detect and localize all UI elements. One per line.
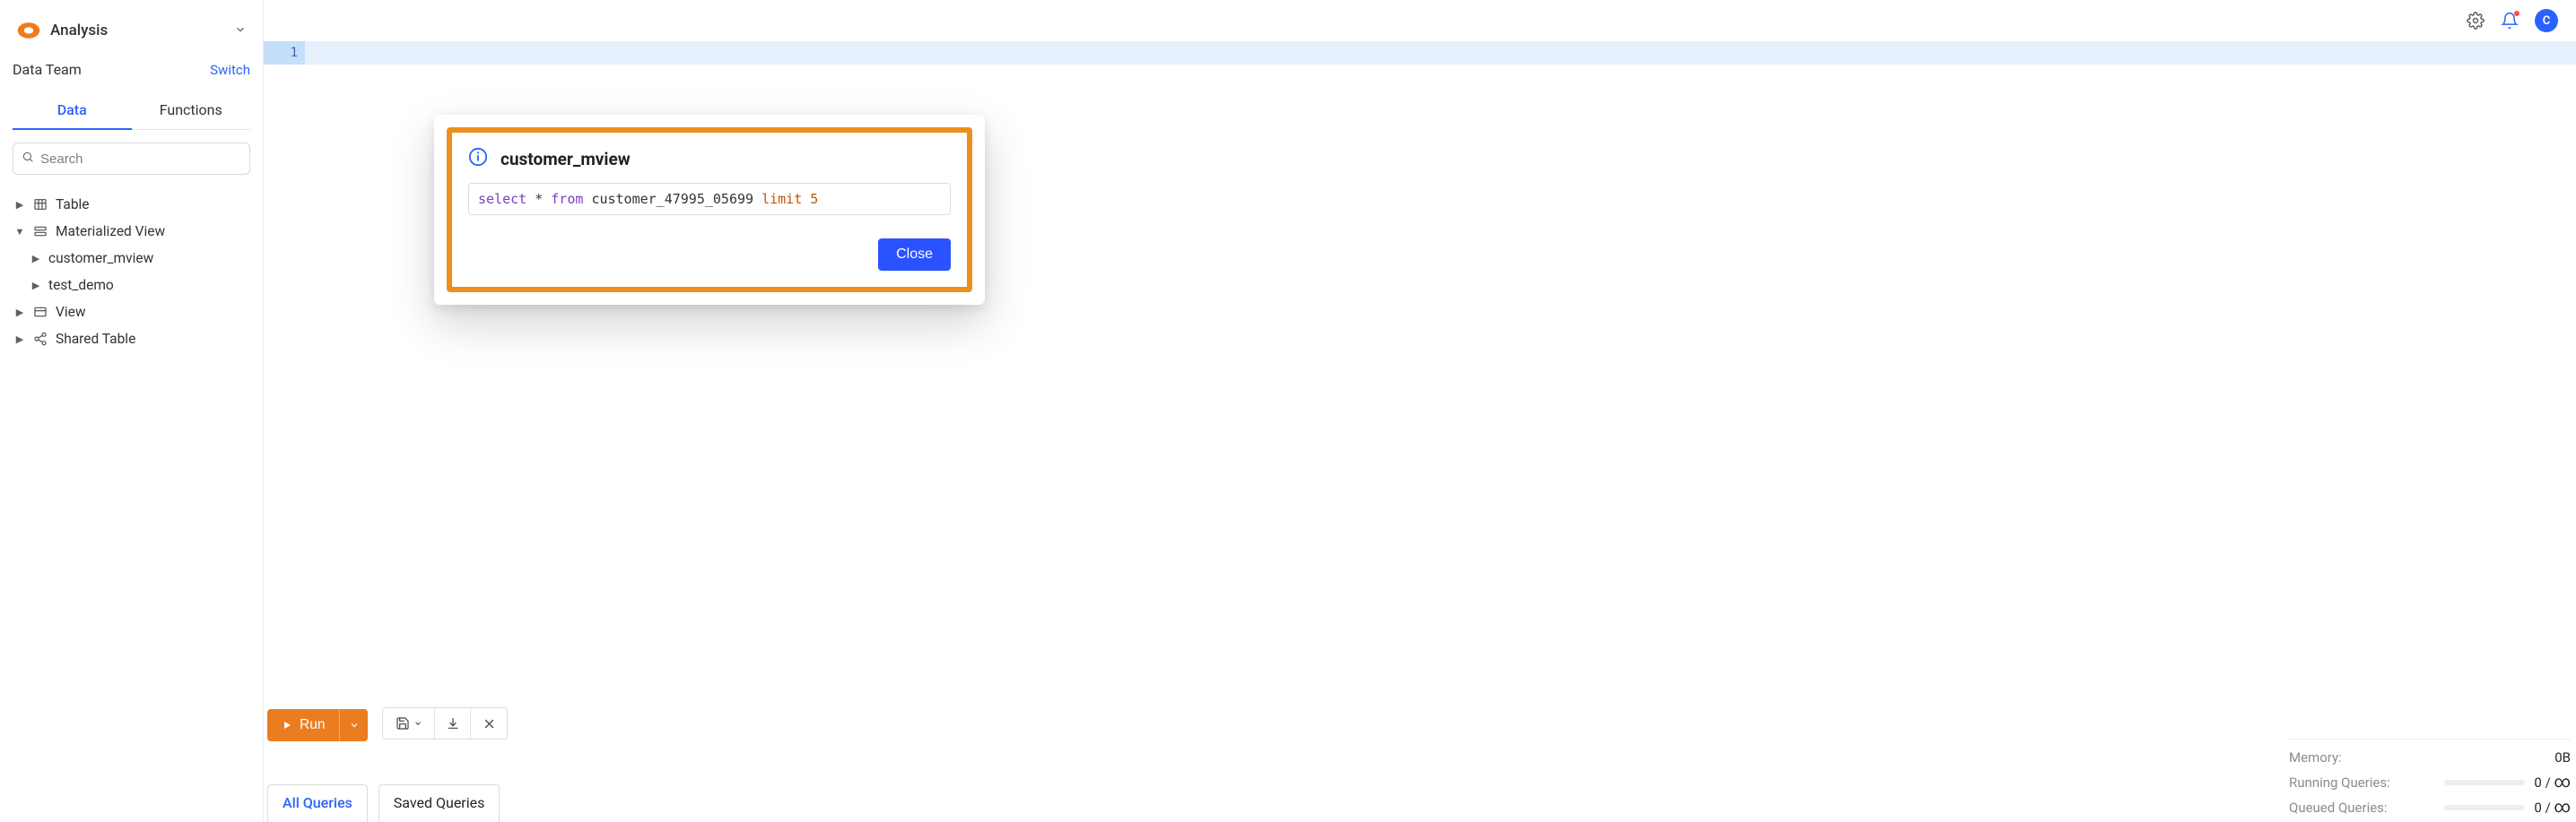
search-input[interactable] [13,143,250,175]
tree-label: Materialized View [56,223,165,239]
sql-keyword: limit [761,191,802,207]
chevron-right-icon: ▶ [30,253,41,264]
section-title: Analysis [50,22,225,39]
sql-identifier: customer_47995_05699 [591,191,753,207]
tree-item-customer-mview[interactable]: ▶ customer_mview [29,245,250,272]
sidebar-tabs: Data Functions [13,92,250,130]
tree-label: customer_mview [48,250,153,266]
infinity-icon: ∞ [2554,773,2571,792]
tab-functions[interactable]: Functions [132,92,251,129]
modal-title: customer_mview [500,149,631,169]
team-row: Data Team Switch [13,56,250,87]
chevron-right-icon: ▶ [14,333,25,345]
chevron-down-icon [413,719,422,728]
infinity-icon: ∞ [2554,798,2571,817]
tree-item-materialized-view[interactable]: ▼ Materialized View [13,218,250,245]
run-label: Run [300,717,325,733]
status-queued-label: Queued Queries: [2289,800,2388,816]
tree-item-view[interactable]: ▶ View [13,299,250,325]
chevron-down-icon [349,720,360,731]
chevron-right-icon: ▶ [14,307,25,318]
sql-preview: select * from customer_47995_05699 limit… [468,183,951,215]
chevron-down-icon: ▼ [14,226,25,238]
switch-team-link[interactable]: Switch [210,62,250,78]
tree-label: test_demo [48,277,114,293]
tree-item-test-demo[interactable]: ▶ test_demo [29,272,250,299]
status-running-value: 0 / [2534,774,2554,791]
team-label: Data Team [13,61,82,78]
sql-editor[interactable]: 1 [264,41,2576,65]
search-wrap [13,143,250,175]
chevron-right-icon: ▶ [30,280,41,291]
close-button[interactable]: Close [878,238,951,271]
chevron-down-icon [234,22,247,39]
settings-button[interactable] [2467,12,2485,30]
table-icon [32,197,48,212]
save-icon [396,716,410,731]
tree-item-shared-table[interactable]: ▶ Shared Table [13,325,250,352]
share-icon [32,332,48,346]
tab-data[interactable]: Data [13,92,132,129]
info-modal-highlight: customer_mview select * from customer_47… [447,127,972,292]
status-running-label: Running Queries: [2289,774,2390,791]
progress-bar-icon [2444,780,2525,785]
topbar: C [264,0,2576,41]
avatar[interactable]: C [2535,9,2558,32]
gear-icon [2467,12,2485,30]
catalog-tree: ▶ Table ▼ Materialized View ▶ customer_m… [13,191,250,352]
status-queued-value: 0 / [2534,800,2554,816]
search-icon [22,151,34,167]
sql-keyword: select [478,191,527,207]
progress-bar-icon [2444,805,2525,810]
sidebar: Analysis Data Team Switch Data Functions… [0,0,264,822]
tab-saved-queries[interactable]: Saved Queries [379,784,500,822]
view-icon [32,305,48,319]
status-memory-value: 0B [2554,749,2571,766]
notification-dot-icon [2514,11,2519,16]
tree-label: Table [56,196,90,212]
run-button[interactable]: Run [267,709,339,741]
sql-number: 5 [810,191,818,207]
tree-item-table[interactable]: ▶ Table [13,191,250,218]
query-tabs: All Queries Saved Queries [267,784,500,822]
notifications-button[interactable] [2501,12,2519,30]
main: C 1 customer_mview select * [264,0,2576,822]
info-icon [468,147,488,170]
chevron-right-icon: ▶ [14,199,25,211]
close-icon [483,717,496,731]
info-modal: customer_mview select * from customer_47… [434,115,985,305]
tree-label: View [56,304,86,320]
status-panel: Memory: 0B Running Queries: 0 / ∞ Queued… [2289,739,2571,820]
sql-token: * [535,191,543,207]
status-memory-label: Memory: [2289,749,2342,766]
save-query-button[interactable] [383,708,435,739]
editor-action-group [382,707,508,740]
sql-keyword: from [551,191,583,207]
app-logo-icon [16,18,41,43]
below-editor: customer_mview select * from customer_47… [264,65,2576,822]
mview-icon [32,224,48,238]
line-number: 1 [264,41,305,65]
section-selector[interactable]: Analysis [13,11,250,56]
editor-line-content[interactable] [305,41,2576,65]
download-button[interactable] [435,708,471,739]
run-toolbar: Run [267,709,368,741]
run-dropdown-button[interactable] [339,709,368,741]
download-icon [446,716,460,731]
clear-button[interactable] [471,708,507,739]
play-icon [282,720,292,731]
tree-label: Shared Table [56,331,135,347]
tab-all-queries[interactable]: All Queries [267,784,368,822]
